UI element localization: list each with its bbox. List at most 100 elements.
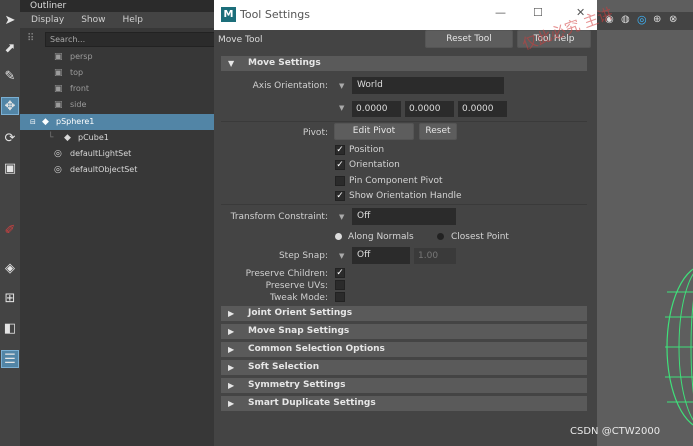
rotate-tool-icon[interactable]: ⟳ [1, 130, 19, 148]
isolate-icon[interactable]: ◎ [637, 13, 647, 26]
orientation-label: Orientation [349, 160, 400, 170]
collapsed-triangle-icon: ▶ [228, 399, 235, 408]
step-snap-amount-field[interactable]: 1.00 [414, 248, 456, 264]
position-label: Position [349, 145, 385, 155]
title-bar: M Tool Settings — ☐ ✕ [214, 0, 597, 30]
smart-duplicate-settings-header[interactable]: ▶ Smart Duplicate Settings [221, 396, 587, 411]
collapse-icon: ⊟ [30, 118, 36, 126]
minimize-icon[interactable]: — [495, 6, 506, 19]
pivot-label: Pivot: [302, 128, 328, 138]
list-item[interactable]: ▣ front [20, 81, 217, 97]
lasso-tool-icon[interactable]: ⬈ [1, 40, 19, 58]
transform-constraint-label: Transform Constraint: [230, 212, 328, 222]
axis-orientation-dropdown[interactable]: World [352, 77, 504, 94]
transform-constraint-dropdown[interactable]: Off [352, 208, 456, 225]
csdn-watermark: CSDN @CTW2000 [570, 426, 661, 437]
tweak-mode-label: Tweak Mode: [269, 293, 328, 303]
closest-point-label: Closest Point [451, 232, 509, 242]
mesh-icon: ◆ [64, 133, 71, 143]
sphere-wireframe [665, 268, 693, 426]
outliner-menubar: Display Show Help [20, 12, 217, 28]
edit-pivot-button[interactable]: Edit Pivot [334, 123, 414, 140]
reset-pivot-button[interactable]: Reset [419, 123, 457, 140]
search-input[interactable]: Search... [45, 32, 236, 47]
move-settings-header[interactable]: ▼ Move Settings [221, 56, 587, 71]
window-title: Tool Settings [240, 8, 310, 21]
camera-icon: ▣ [54, 52, 63, 62]
tweak-mode-checkbox[interactable] [335, 292, 345, 302]
collapsed-triangle-icon: ▶ [228, 381, 235, 390]
axis-x-field[interactable]: 0.0000 [352, 101, 401, 117]
menu-help[interactable]: Help [122, 15, 143, 25]
pin-component-pivot-label: Pin Component Pivot [349, 176, 443, 186]
list-item-selected[interactable]: ⊟ ◆ pSphere1 [20, 114, 217, 130]
maya-logo-icon: M [221, 7, 236, 22]
tool-name: Move Tool [218, 35, 263, 45]
menu-display[interactable]: Display [31, 15, 64, 25]
divider [221, 121, 587, 122]
pin-component-pivot-checkbox[interactable] [335, 176, 345, 186]
list-item[interactable]: ▣ top [20, 65, 217, 81]
paint-tool-icon[interactable]: ✎ [1, 68, 19, 86]
step-snap-label: Step Snap: [278, 251, 328, 261]
preserve-uvs-checkbox[interactable] [335, 280, 345, 290]
select-tool-icon[interactable]: ➤ [1, 12, 19, 30]
preserve-children-label: Preserve Children: [245, 269, 328, 279]
orientation-checkbox[interactable]: ✓ [335, 160, 345, 170]
list-item[interactable]: ◎ defaultLightSet [20, 146, 217, 162]
layout-four-icon[interactable]: ⊞ [1, 290, 19, 308]
common-selection-options-header[interactable]: ▶ Common Selection Options [221, 342, 587, 357]
maximize-icon[interactable]: ☐ [533, 6, 543, 19]
joint-orient-settings-header[interactable]: ▶ Joint Orient Settings [221, 306, 587, 321]
symmetry-settings-header[interactable]: ▶ Symmetry Settings [221, 378, 587, 393]
reset-tool-button[interactable]: Reset Tool [425, 30, 513, 48]
camera-icon: ▣ [54, 68, 63, 78]
list-item[interactable]: ▣ persp [20, 49, 217, 65]
grid-icon[interactable]: ◍ [621, 14, 630, 25]
preserve-uvs-label: Preserve UVs: [265, 281, 328, 291]
axis-orientation-label: Axis Orientation: [252, 81, 328, 91]
grip-icon: ⠿ [27, 33, 35, 44]
step-snap-dropdown[interactable]: Off [352, 247, 410, 264]
camera-icon: ▣ [54, 84, 63, 94]
show-manipulator-icon[interactable]: ✐ [1, 222, 19, 240]
dropdown-arrow-icon[interactable]: ▼ [339, 104, 344, 112]
list-item[interactable]: ◎ defaultObjectSet [20, 162, 217, 178]
collapsed-triangle-icon: ▶ [228, 363, 235, 372]
tool-settings-window: M Tool Settings — ☐ ✕ Move Tool Reset To… [214, 0, 597, 446]
layout-side-icon[interactable]: ◧ [1, 320, 19, 338]
outliner-title: Outliner [20, 0, 217, 12]
shaded-icon[interactable]: ⊗ [669, 14, 677, 25]
axis-z-field[interactable]: 0.0000 [458, 101, 507, 117]
position-checkbox[interactable]: ✓ [335, 145, 345, 155]
preserve-children-checkbox[interactable]: ✓ [335, 268, 345, 278]
show-orientation-handle-checkbox[interactable]: ✓ [335, 191, 345, 201]
axis-y-field[interactable]: 0.0000 [405, 101, 454, 117]
outliner-panel: Outliner Display Show Help ⠿ Search... ▣ p… [20, 0, 236, 446]
list-item[interactable]: ▣ side [20, 97, 217, 113]
viewport-panel[interactable]: ◉ ◍ ◎ ⊕ ⊗ [597, 0, 693, 446]
tool-strip: ➤ ⬈ ✎ ✥ ⟳ ▣ ✐ ◈ ⊞ ◧ ☰ [0, 0, 20, 446]
camera-icon: ▣ [54, 100, 63, 110]
dropdown-arrow-icon[interactable]: ▼ [339, 82, 344, 90]
collapsed-triangle-icon: ▶ [228, 345, 235, 354]
list-item[interactable]: └ ◆ pCube1 [20, 130, 217, 146]
show-orientation-handle-label: Show Orientation Handle [349, 191, 462, 201]
collapsed-triangle-icon: ▶ [228, 309, 235, 318]
outliner-layout-icon[interactable]: ☰ [1, 350, 19, 368]
set-icon: ◎ [54, 149, 62, 159]
dropdown-arrow-icon[interactable]: ▼ [339, 213, 344, 221]
move-tool-icon[interactable]: ✥ [1, 97, 19, 115]
layout-single-icon[interactable]: ◈ [1, 260, 19, 278]
set-icon: ◎ [54, 165, 62, 175]
scale-tool-icon[interactable]: ▣ [1, 160, 19, 178]
move-snap-settings-header[interactable]: ▶ Move Snap Settings [221, 324, 587, 339]
tree-branch-icon: └ [48, 133, 54, 143]
collapsed-triangle-icon: ▶ [228, 327, 235, 336]
wireframe-icon[interactable]: ⊕ [653, 14, 661, 25]
along-normals-radio[interactable] [335, 233, 342, 240]
closest-point-radio[interactable] [437, 233, 444, 240]
soft-selection-header[interactable]: ▶ Soft Selection [221, 360, 587, 375]
menu-show[interactable]: Show [81, 15, 105, 25]
dropdown-arrow-icon[interactable]: ▼ [339, 252, 344, 260]
